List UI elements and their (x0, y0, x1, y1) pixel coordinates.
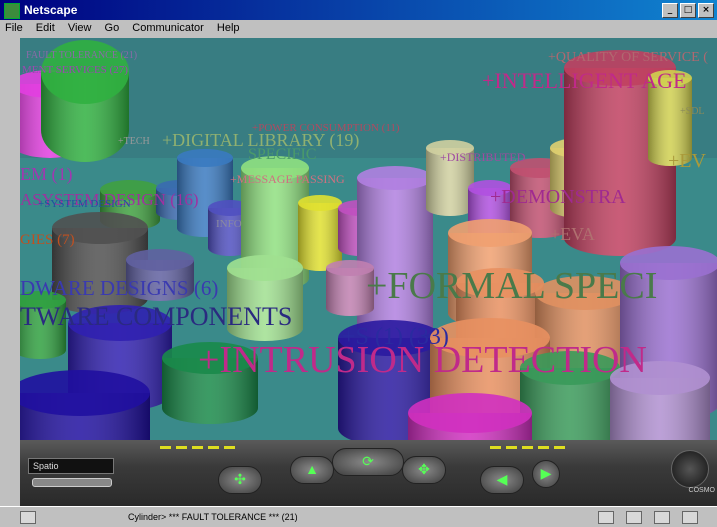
scene-label: +EV (668, 150, 706, 172)
menu-help[interactable]: Help (212, 20, 245, 34)
title-bar: Netscape _ □ × (0, 0, 717, 20)
scene-label: +INTRUSION DETECTION (198, 339, 647, 381)
seek-button[interactable]: ▶ (532, 460, 560, 488)
mail-icon[interactable] (626, 511, 642, 524)
viewpoint-slider[interactable] (32, 478, 112, 487)
cosmo-logo (671, 450, 709, 488)
scene-cylinder[interactable] (357, 166, 433, 340)
left-frame (0, 38, 20, 440)
scene-cylinder[interactable] (298, 195, 342, 271)
discussion-icon[interactable] (654, 511, 670, 524)
scene-label: +TECH (118, 136, 150, 147)
menu-communicator[interactable]: Communicator (127, 20, 209, 34)
menu-file[interactable]: File (0, 20, 28, 34)
go-button[interactable]: ▲ (290, 456, 334, 484)
viewpoint-selector[interactable]: Spatio (28, 458, 114, 474)
scene-label: +EVA (550, 224, 595, 244)
scene-label: +INTELLIGENT AGE (482, 68, 687, 93)
close-button[interactable]: × (698, 3, 714, 18)
scene-label: +SYSTEM DESIGN (38, 198, 131, 210)
scene-label: +SDL (680, 106, 705, 117)
scene-cylinder[interactable] (408, 393, 532, 440)
composer-icon[interactable] (682, 511, 698, 524)
scene-label: GIES (7) (20, 232, 75, 248)
window-title: Netscape (24, 3, 78, 17)
security-icon (20, 511, 36, 524)
scene-label: +MESSAGE PASSING (230, 172, 345, 186)
scene-label: +DEMONSTRA (490, 186, 626, 208)
scene-label: DWARE DESIGNS (6) (20, 276, 219, 300)
scene-cylinder[interactable] (20, 370, 150, 440)
vrml-3d-scene[interactable]: FAULT TOLERANCE (21) +QUALITY OF SERVICE… (20, 38, 717, 440)
slide-button[interactable]: ✥ (402, 456, 446, 484)
scene-label: EM (1) (20, 164, 73, 184)
scene-label: MENT SERVICES (27) (22, 64, 128, 76)
scene-label: +QUALITY OF SERVICE ( (548, 50, 708, 65)
indicator-lights (490, 446, 570, 449)
status-bar: Cylinder> *** FAULT TOLERANCE *** (21) (0, 506, 717, 527)
scene-label: FAULT TOLERANCE (21) (26, 50, 138, 61)
component-icon[interactable] (598, 511, 614, 524)
minimize-button[interactable]: _ (662, 3, 678, 18)
cosmo-player-controls: Spatio ✣ ▲ ⟳ ✥ ◀ ▶ COSMO (20, 440, 717, 506)
scene-label: SPECIFIC (248, 146, 317, 163)
undo-move-button[interactable]: ◀ (480, 466, 524, 494)
menu-view[interactable]: View (63, 20, 97, 34)
scene-label: INFO (216, 218, 242, 230)
scene-label: TWARE COMPONENTS (20, 302, 293, 331)
zoom-button[interactable]: ✣ (218, 466, 262, 494)
rotate-button[interactable]: ⟳ (332, 448, 404, 476)
indicator-lights (160, 446, 240, 449)
menu-edit[interactable]: Edit (31, 20, 60, 34)
maximize-button[interactable]: □ (680, 3, 696, 18)
scene-label: +FORMAL SPECI (366, 265, 658, 307)
cosmo-logo-text: COSMO (688, 487, 715, 494)
netscape-icon (4, 3, 20, 19)
menu-go[interactable]: Go (100, 20, 125, 34)
menu-bar: File Edit View Go Communicator Help (0, 20, 717, 38)
scene-label: +DISTRIBUTED (440, 150, 526, 164)
status-text: Cylinder> *** FAULT TOLERANCE *** (21) (128, 512, 298, 522)
